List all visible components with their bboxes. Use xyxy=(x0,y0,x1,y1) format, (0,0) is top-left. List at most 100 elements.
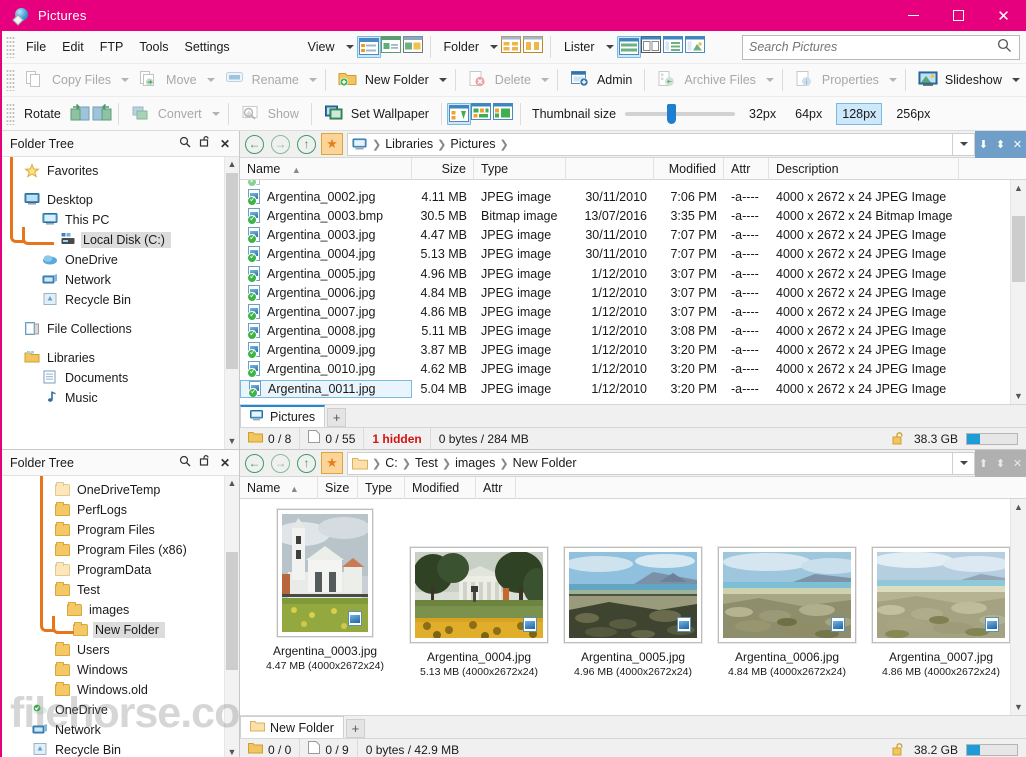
tree-node-libraries[interactable]: Libraries xyxy=(2,348,239,368)
tree-node-file-collections[interactable]: File Collections xyxy=(2,319,239,339)
size-64px[interactable]: 64px xyxy=(790,104,827,124)
thumbnail-item[interactable]: Argentina_0007.jpg 4.86 MB (4000x2672x24… xyxy=(870,547,1012,678)
archive-files-button[interactable]: Archive Files xyxy=(650,67,763,94)
breadcrumb-images[interactable]: images xyxy=(455,456,495,470)
tree-node-onedrivetemp[interactable]: OneDriveTemp xyxy=(2,480,239,500)
folder-grid-icon[interactable] xyxy=(501,36,523,58)
breadcrumb-libraries[interactable]: Libraries xyxy=(385,137,433,151)
tiles-view-icon[interactable] xyxy=(403,36,425,58)
size-128px[interactable]: 128px xyxy=(836,103,882,125)
tree-node-program-files[interactable]: Program Files xyxy=(2,520,239,540)
folder-pair-icon[interactable] xyxy=(523,36,545,58)
properties-button[interactable]: i Properties xyxy=(788,67,886,94)
unlocked-icon[interactable] xyxy=(892,743,906,756)
rotate-right-icon[interactable] xyxy=(91,103,113,125)
copy-files-button[interactable]: Copy Files xyxy=(18,67,118,94)
toolbar-grip[interactable] xyxy=(6,69,15,91)
thumb-grid-icon[interactable] xyxy=(471,103,493,125)
tree-node-new-folder[interactable]: New Folder xyxy=(2,620,239,640)
new-folder-chevron-down-icon[interactable] xyxy=(439,78,447,82)
scroll-down-icon[interactable]: ▼ xyxy=(225,434,239,449)
forward-arrow-icon[interactable]: → xyxy=(269,452,292,475)
tree-node-recycle-bin[interactable]: Recycle Bin xyxy=(2,740,239,757)
tree-node-favorites[interactable]: Favorites xyxy=(2,161,239,181)
back-arrow-icon[interactable]: ← xyxy=(243,452,266,475)
tree-node-desktop[interactable]: Desktop xyxy=(2,190,239,210)
tree-node-music[interactable]: Music xyxy=(2,388,239,408)
menu-file[interactable]: File xyxy=(18,37,54,57)
breadcrumb-test[interactable]: Test xyxy=(415,456,438,470)
properties-chevron-down-icon[interactable] xyxy=(889,78,897,82)
slideshow-chevron-down-icon[interactable] xyxy=(1012,78,1020,82)
rotate-left-icon[interactable] xyxy=(69,103,91,125)
tree-node-perflogs[interactable]: PerfLogs xyxy=(2,500,239,520)
tab-pictures[interactable]: Pictures xyxy=(240,405,325,427)
search-icon[interactable] xyxy=(175,455,195,470)
thumbnail-item[interactable]: Argentina_0004.jpg 5.13 MB (4000x2672x24… xyxy=(408,547,550,678)
bottom-tree-list[interactable]: OneDriveTemp PerfLogs Program Files xyxy=(2,476,239,757)
table-row[interactable]: Argentina_0008.jpg 5.11 MB JPEG image 1/… xyxy=(240,322,1026,341)
lister-label[interactable]: Lister xyxy=(556,37,603,57)
lister-single-icon[interactable] xyxy=(685,36,707,58)
close-icon[interactable]: ✕ xyxy=(215,137,235,151)
menu-ftp[interactable]: FTP xyxy=(92,37,132,57)
scroll-up-icon[interactable]: ▲ xyxy=(225,476,239,491)
tree-node-users[interactable]: Users xyxy=(2,640,239,660)
thumbnail-grid[interactable]: Argentina_0003.jpg 4.47 MB (4000x2672x24… xyxy=(240,499,1026,715)
new-tab-button[interactable]: + xyxy=(327,408,346,427)
breadcrumb-pictures[interactable]: Pictures xyxy=(450,137,495,151)
thumbnail-image[interactable] xyxy=(410,547,548,643)
back-arrow-icon[interactable]: ← xyxy=(243,133,266,156)
table-row[interactable]: Argentina_0007.jpg 4.86 MB JPEG image 1/… xyxy=(240,302,1026,321)
lister-tree-icon[interactable] xyxy=(663,36,685,58)
tree-node-this-pc[interactable]: This PC xyxy=(2,210,239,230)
view-chevron-down-icon[interactable] xyxy=(346,45,354,49)
lister-chevron-down-icon[interactable] xyxy=(606,45,614,49)
delete-chevron-down-icon[interactable] xyxy=(541,78,549,82)
slideshow-button[interactable]: Slideshow xyxy=(911,67,1009,94)
tab-new-folder[interactable]: New Folder xyxy=(240,716,344,738)
search-input[interactable] xyxy=(749,40,997,54)
chevron-down-icon[interactable] xyxy=(953,133,975,156)
column-type[interactable]: Type xyxy=(358,477,405,499)
column-size[interactable]: Size xyxy=(318,477,358,499)
top-tree-list[interactable]: Favorites Desktop xyxy=(2,157,239,449)
scroll-thumb[interactable] xyxy=(1012,216,1025,282)
tree-scrollbar[interactable]: ▲ ▼ xyxy=(224,157,239,449)
column-attr[interactable]: Attr xyxy=(724,158,769,180)
slider-handle[interactable] xyxy=(667,104,676,124)
table-row[interactable]: Argentina_0010.jpg 4.62 MB JPEG image 1/… xyxy=(240,360,1026,379)
up-arrow-icon[interactable]: ↑ xyxy=(295,133,318,156)
column-description[interactable]: Description xyxy=(769,158,959,180)
tree-node-windows[interactable]: Windows xyxy=(2,660,239,680)
table-row[interactable]: Argentina_0003.jpg 4.47 MB JPEG image 30… xyxy=(240,226,1026,245)
maximize-pane-icon[interactable]: ⬍ xyxy=(992,132,1009,157)
column-name[interactable]: Name ▲ xyxy=(240,477,318,499)
table-row[interactable]: Argentina_0009.jpg 3.87 MB JPEG image 1/… xyxy=(240,341,1026,360)
favorites-star-icon[interactable]: ★ xyxy=(321,133,343,155)
thumbnail-image[interactable] xyxy=(277,509,373,637)
column-name[interactable]: Name ▲ xyxy=(240,158,412,180)
lister-vertical-icon[interactable] xyxy=(641,36,663,58)
thumbnail-image[interactable] xyxy=(872,547,1010,643)
search-icon[interactable] xyxy=(175,136,195,151)
convert-chevron-down-icon[interactable] xyxy=(212,112,220,116)
column-modified[interactable]: Modified xyxy=(405,477,476,499)
column-size[interactable]: Size xyxy=(412,158,474,180)
bottom-tree-scrollbar[interactable]: ▲ ▼ xyxy=(224,476,239,757)
thumbnail-image[interactable] xyxy=(718,547,856,643)
breadcrumb-new-folder[interactable]: New Folder xyxy=(513,456,577,470)
unpin-icon[interactable] xyxy=(195,455,215,470)
thumbnail-item[interactable]: Argentina_0005.jpg 4.96 MB (4000x2672x24… xyxy=(562,547,704,678)
menu-edit[interactable]: Edit xyxy=(54,37,92,57)
top-list-scrollbar[interactable]: ▲ ▼ xyxy=(1010,180,1026,404)
rename-button[interactable]: Rename xyxy=(218,67,306,94)
close-pane-icon[interactable]: ✕ xyxy=(1009,451,1026,476)
delete-button[interactable]: Delete xyxy=(461,67,538,94)
forward-arrow-icon[interactable]: → xyxy=(269,133,292,156)
tree-node-windows-old[interactable]: Windows.old xyxy=(2,680,239,700)
tree-node-onedrive[interactable]: OneDrive xyxy=(2,250,239,270)
rename-chevron-down-icon[interactable] xyxy=(309,78,317,82)
scroll-down-icon[interactable]: ▼ xyxy=(1011,388,1026,404)
tree-node-images[interactable]: images xyxy=(2,600,239,620)
